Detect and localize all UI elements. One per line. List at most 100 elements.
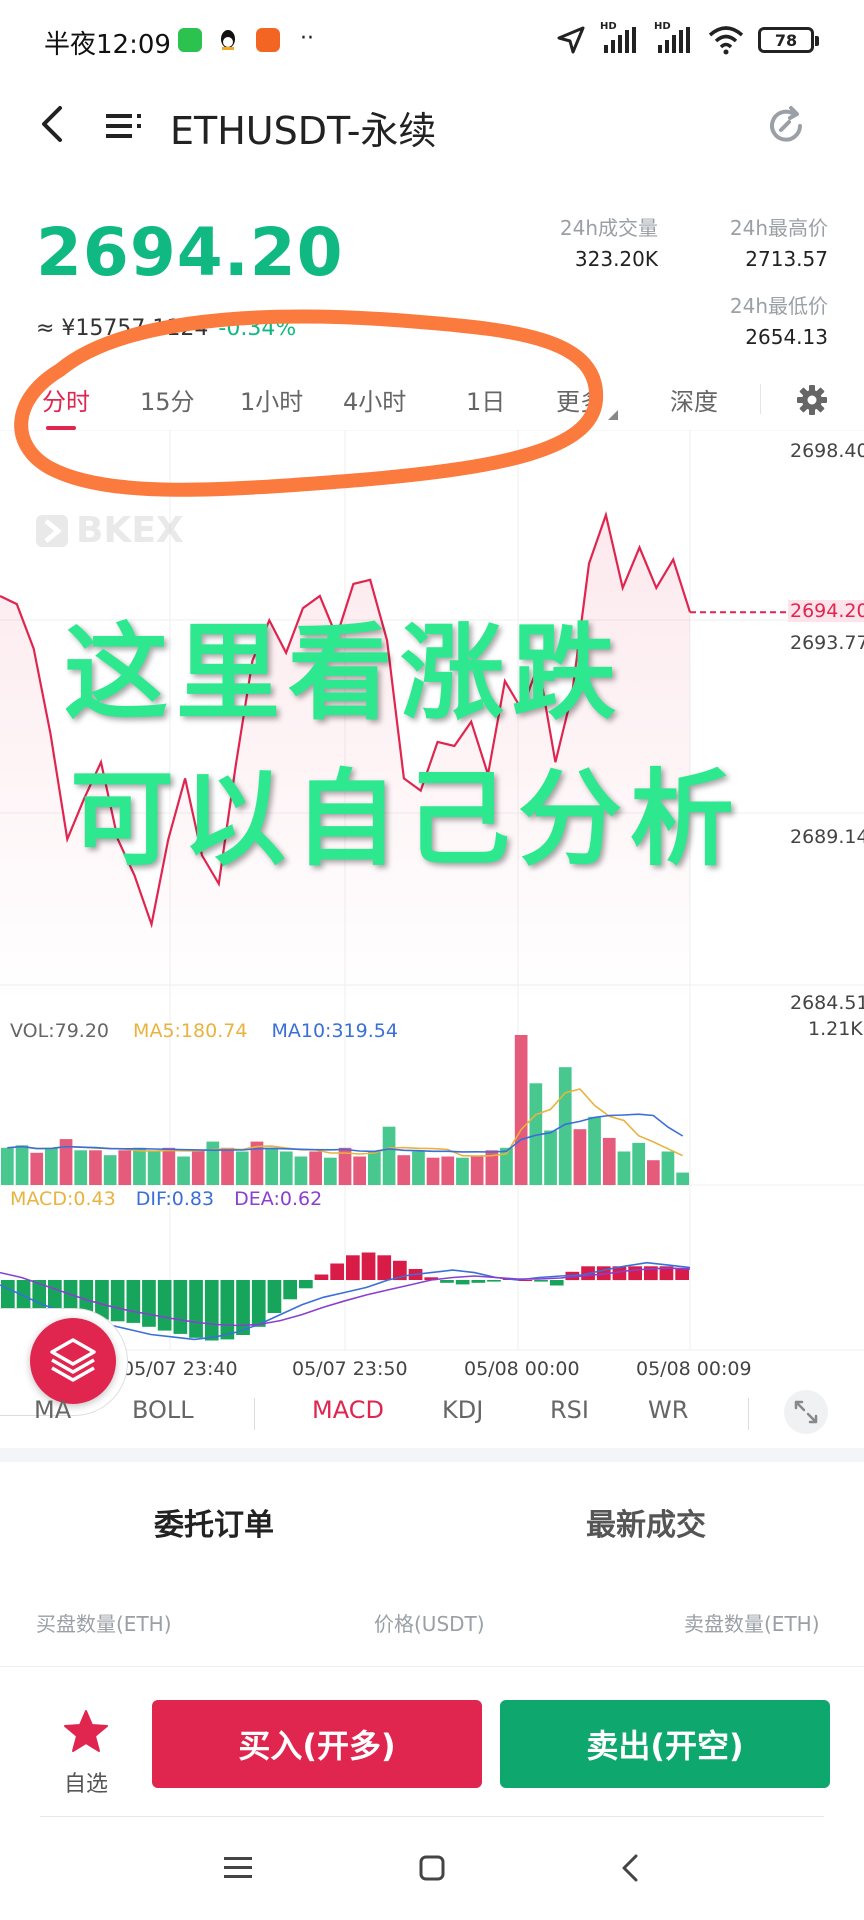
volume-bar (412, 1151, 425, 1185)
buy-long-button[interactable]: 买入(开多) (152, 1700, 482, 1788)
period-tabs: 分时 15分 1小时 4小时 1日 更多 深度 (0, 376, 864, 430)
volume-bar (294, 1156, 308, 1185)
back-icon[interactable] (34, 104, 74, 144)
macd-histogram-bar (361, 1252, 376, 1280)
change-percent: -0.34% (218, 316, 297, 341)
macd-histogram-bar (1, 1280, 15, 1311)
volume-bar (235, 1151, 249, 1185)
macd-histogram-bar (471, 1280, 486, 1283)
tab-1h[interactable]: 1小时 (240, 382, 303, 417)
macd-histogram-bar (299, 1280, 313, 1289)
settings-icon[interactable] (796, 384, 828, 416)
volume-bar (45, 1147, 58, 1185)
volume-bar (103, 1155, 117, 1185)
menu-icon[interactable] (104, 106, 144, 146)
low-stat: 24h最低价 2654.13 (730, 290, 828, 349)
tab-orders[interactable]: 委托订单 (154, 1500, 274, 1544)
macd-histogram-bar (346, 1255, 360, 1281)
tab-timeshare[interactable]: 分时 (42, 382, 90, 417)
volume-bar (133, 1147, 146, 1185)
ma10-value: MA10:319.54 (271, 1020, 398, 1042)
price-chart[interactable] (0, 430, 864, 1440)
favorite-label: 自选 (63, 1772, 108, 1797)
indicator-ma[interactable]: MA (34, 1396, 71, 1424)
macd-histogram-bar (330, 1263, 344, 1280)
indicator-kdj[interactable]: KDJ (442, 1396, 483, 1424)
sell-short-button[interactable]: 卖出(开空) (500, 1700, 830, 1788)
tabs-divider (760, 384, 761, 414)
expand-icon (794, 1400, 818, 1424)
volume-bar (632, 1142, 645, 1185)
volume-bar (676, 1172, 689, 1185)
volume-bar (309, 1151, 322, 1185)
x-label-3: 05/08 00:00 (464, 1358, 580, 1380)
tab-trades[interactable]: 最新成交 (586, 1500, 706, 1544)
volume-bar (382, 1126, 396, 1185)
macd-histogram-bar (267, 1280, 282, 1313)
more-dropdown-icon (608, 410, 618, 420)
x-label-4: 05/08 00:09 (636, 1358, 752, 1380)
nav-back-icon[interactable] (612, 1848, 652, 1888)
chart-area[interactable]: BKEX 2698.40 2693.77 2689.14 2684.51 269… (0, 430, 864, 1440)
macd-histogram-bar (549, 1280, 564, 1286)
macd-histogram-bar (142, 1280, 156, 1327)
volume-legend: VOL:79.20 MA5:180.74 MA10:319.54 (10, 1020, 398, 1042)
signal-1-icon: HD (600, 21, 640, 55)
volume-bar (15, 1145, 29, 1185)
tab-4h[interactable]: 4小时 (343, 382, 406, 417)
indicator-divider (254, 1398, 255, 1430)
annotation-line-2: 可以自己分析 (70, 758, 743, 880)
macd-histogram-bar (189, 1280, 203, 1338)
tab-more[interactable]: 更多 (556, 382, 604, 417)
wifi-icon (708, 26, 744, 55)
tab-1d[interactable]: 1日 (466, 382, 505, 417)
y-label-top: 2698.40 (790, 440, 864, 462)
layers-button[interactable] (30, 1318, 116, 1404)
cny-price: ≈ ¥15757.1124 -0.34% (36, 316, 296, 341)
home-icon[interactable] (412, 1848, 452, 1888)
watermark-logo: BKEX (34, 510, 184, 551)
action-bar-divider (0, 1666, 864, 1667)
tab-15m[interactable]: 15分 (140, 382, 195, 417)
indicator-boll[interactable]: BOLL (132, 1396, 194, 1424)
volume-bar (353, 1156, 366, 1185)
status-bar: 半夜12:09 ·· HD HD 78 (0, 0, 864, 80)
macd-value: MACD:0.43 (10, 1188, 116, 1210)
volume-stat: 24h成交量 323.20K (560, 212, 658, 271)
volume-bar (426, 1157, 440, 1185)
macd-histogram-bar (173, 1280, 188, 1334)
volume-bar (588, 1116, 601, 1185)
indicator-wr[interactable]: WR (648, 1396, 688, 1424)
volume-bar (602, 1137, 616, 1185)
refresh-icon[interactable] (764, 104, 808, 148)
current-price-tag: 2694.20 (788, 600, 864, 622)
recent-apps-icon[interactable] (218, 1848, 258, 1888)
watermark-text: BKEX (76, 510, 184, 551)
tab-depth[interactable]: 深度 (670, 382, 718, 417)
volume-bar (617, 1151, 631, 1185)
y-label-3: 2689.14 (790, 826, 864, 848)
cny-prefix: ≈ ¥ (36, 316, 76, 341)
volume-bar (470, 1156, 484, 1185)
volume-bar (147, 1151, 161, 1185)
fullscreen-button[interactable] (784, 1390, 828, 1434)
volume-bar (368, 1151, 381, 1185)
dea-value: DEA:0.62 (234, 1188, 323, 1210)
volume-bar (30, 1152, 44, 1185)
favorite-button[interactable]: 自选 (56, 1708, 116, 1798)
volume-bar (1, 1147, 14, 1185)
macd-histogram-bar (628, 1266, 642, 1281)
volume-bar (162, 1147, 176, 1185)
macd-histogram-bar (440, 1280, 454, 1283)
indicator-rsi[interactable]: RSI (550, 1396, 589, 1424)
nav-divider (40, 1816, 824, 1817)
indicator-divider-2 (748, 1398, 749, 1430)
volume-bar (397, 1155, 411, 1185)
vol-value: VOL:79.20 (10, 1020, 109, 1042)
x-label-1: 05/07 23:40 (122, 1358, 238, 1380)
page-title[interactable]: ETHUSDT-永续 (170, 100, 436, 155)
layers-icon (50, 1338, 96, 1382)
volume-bar (514, 1035, 528, 1185)
indicator-macd[interactable]: MACD (312, 1396, 384, 1424)
signal-2-icon: HD (654, 21, 694, 55)
